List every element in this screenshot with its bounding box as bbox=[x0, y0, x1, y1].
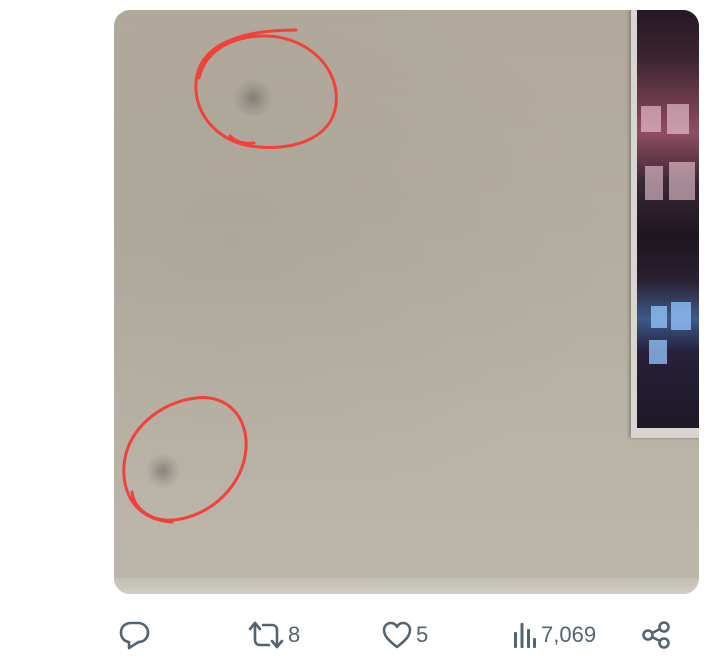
tv-window-reflection bbox=[669, 162, 695, 200]
wall-stain-bottom bbox=[146, 454, 180, 488]
tv-window-reflection bbox=[641, 106, 661, 132]
retweet-count: 8 bbox=[288, 622, 301, 647]
wall-stain-top bbox=[232, 80, 274, 116]
floor-strip bbox=[114, 578, 699, 594]
retweet-button[interactable]: 8 bbox=[247, 620, 300, 650]
views-bar-chart-icon bbox=[512, 620, 538, 650]
heart-icon bbox=[381, 620, 413, 650]
like-button[interactable]: 5 bbox=[381, 620, 428, 650]
like-count: 5 bbox=[416, 622, 429, 647]
reply-icon bbox=[118, 620, 151, 650]
tv-window-reflection bbox=[671, 302, 691, 330]
share-button[interactable] bbox=[640, 620, 672, 650]
tweet-action-bar: 8 5 7,069 bbox=[0, 612, 713, 656]
tv-window-reflection bbox=[645, 166, 663, 200]
share-icon bbox=[640, 620, 672, 650]
tv-screen bbox=[631, 10, 699, 438]
wall-shading bbox=[114, 10, 699, 594]
views-button[interactable]: 7,069 bbox=[512, 620, 596, 650]
tweet-view: 8 5 7,069 bbox=[0, 0, 713, 656]
views-count: 7,069 bbox=[541, 622, 597, 647]
tweet-photo[interactable] bbox=[114, 10, 699, 594]
reply-button[interactable] bbox=[118, 620, 151, 650]
tv-window-reflection bbox=[651, 306, 667, 328]
retweet-icon bbox=[247, 620, 285, 650]
tv-window-reflection bbox=[667, 104, 689, 134]
tv-display bbox=[637, 10, 699, 428]
tv-window-reflection bbox=[649, 340, 667, 364]
